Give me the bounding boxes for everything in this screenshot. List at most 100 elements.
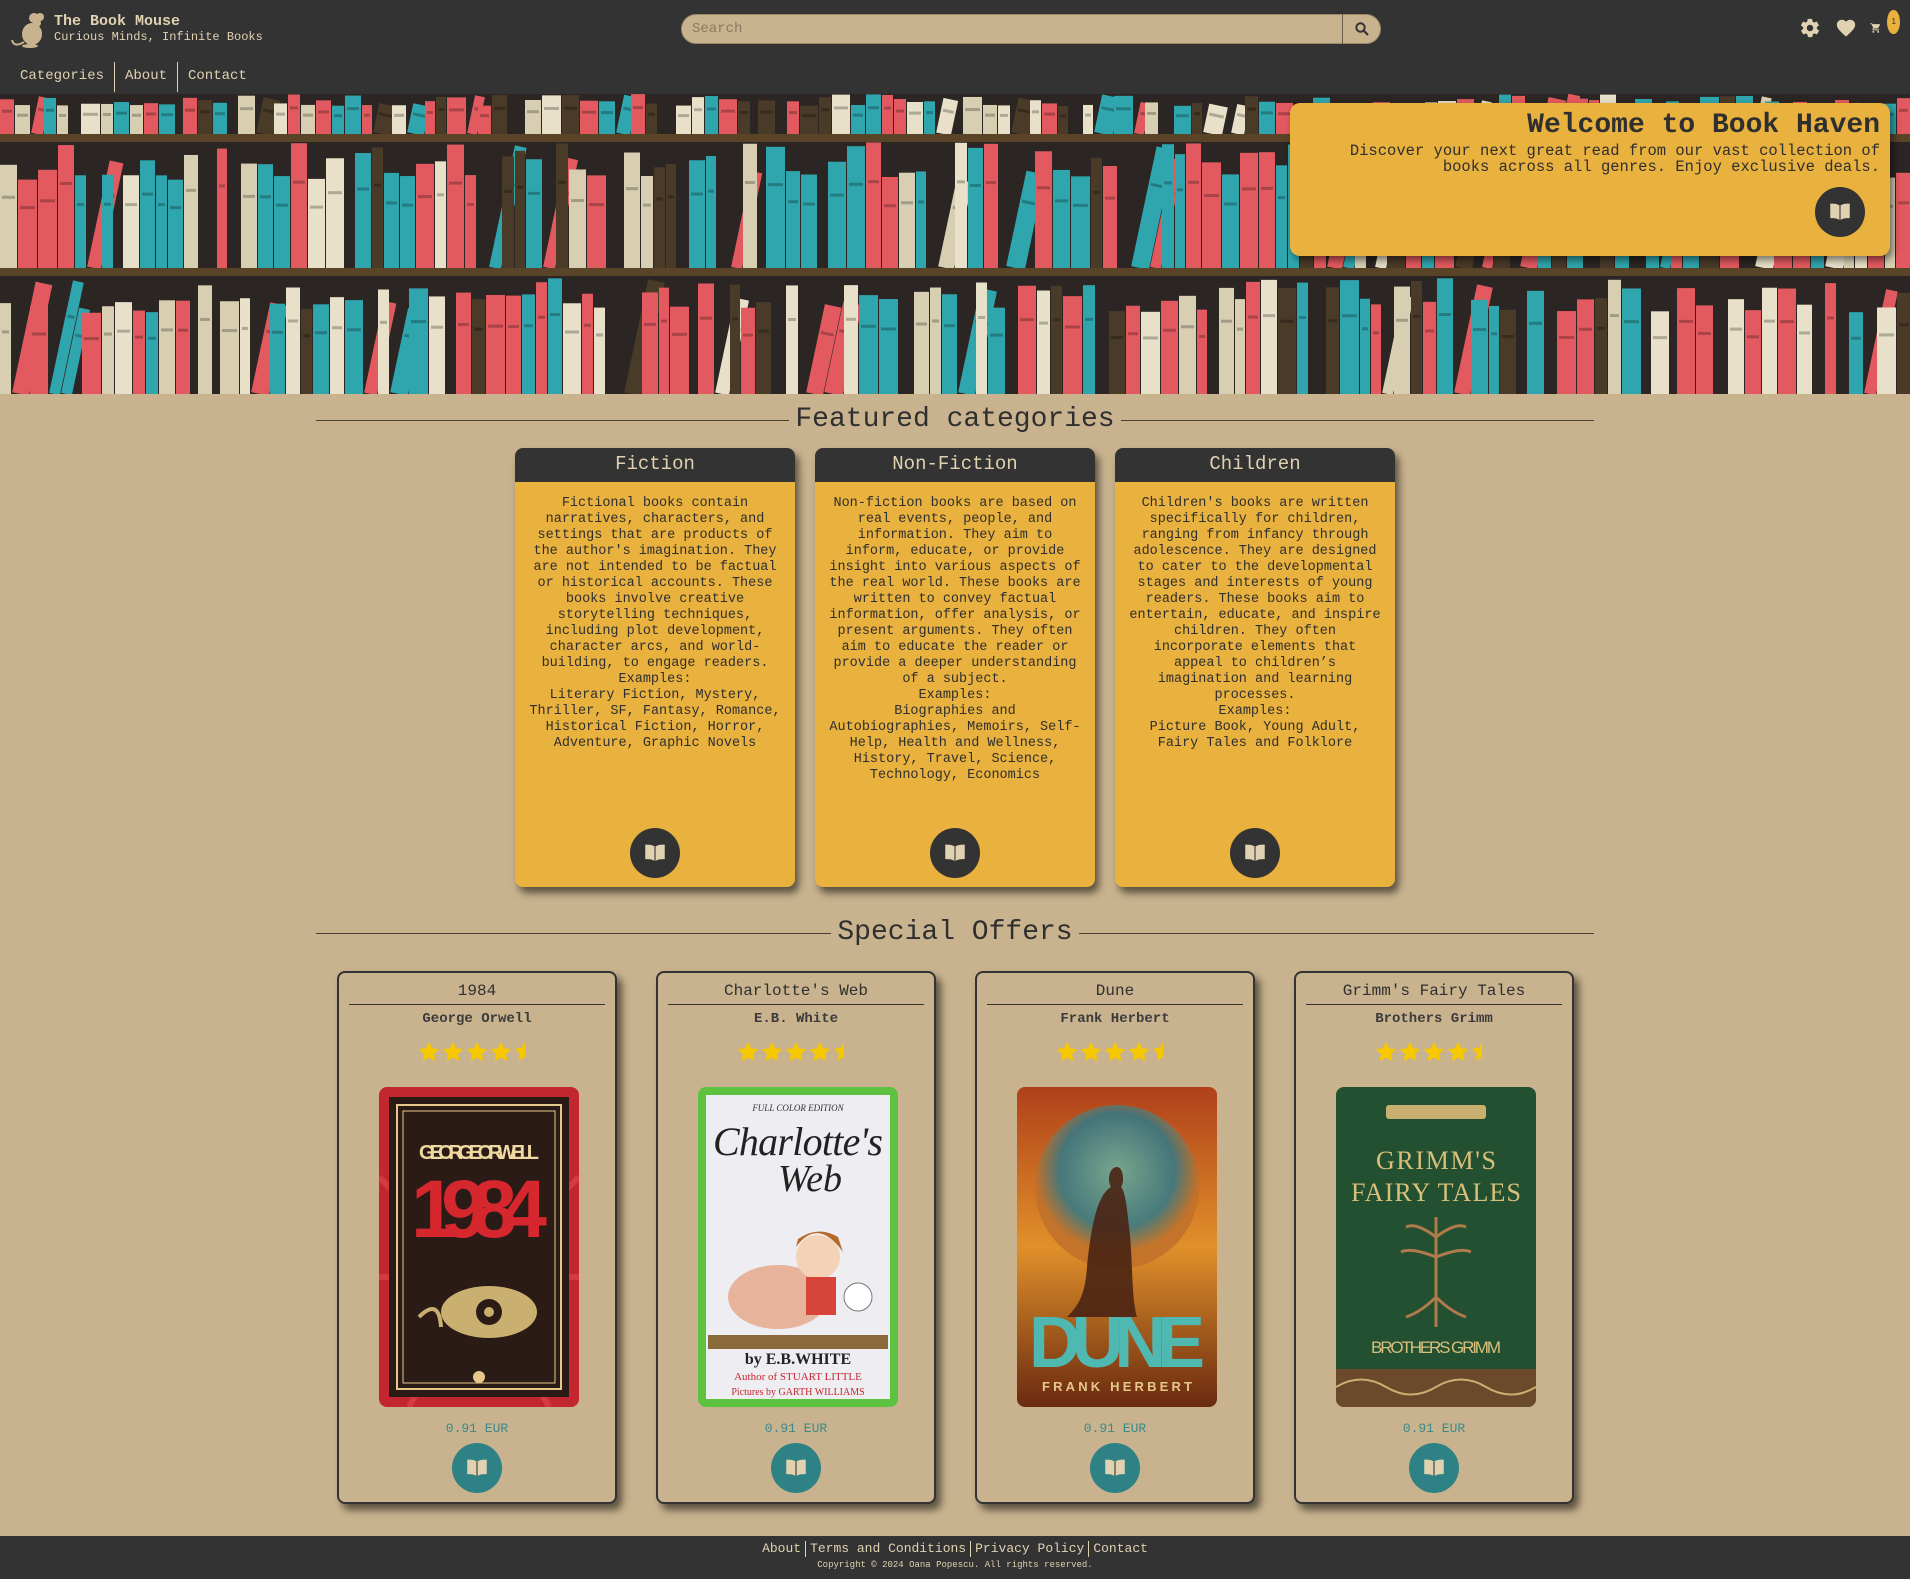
- book-spine: [924, 101, 935, 134]
- cover-author-text: by E.B.WHITE: [745, 1351, 851, 1368]
- book-spine: [101, 103, 113, 134]
- book-spine-band: [1610, 314, 1619, 318]
- book-spine: [220, 301, 239, 394]
- view-book-button[interactable]: [1409, 1443, 1459, 1493]
- book-spine-band: [1653, 336, 1667, 340]
- book-spine-band: [970, 183, 981, 187]
- cover-title-text: GRIMM'S: [1376, 1146, 1496, 1175]
- rating-stars: [658, 1039, 934, 1065]
- book-spine: [326, 158, 344, 268]
- book-spine: [556, 143, 568, 268]
- book-cover-image[interactable]: GRIMM'S FAIRY TALES BROTHERS GRIMM: [1336, 1087, 1536, 1407]
- nav-item-categories[interactable]: Categories: [20, 58, 104, 94]
- category-browse-button[interactable]: [630, 828, 680, 878]
- book-spine-band: [881, 327, 896, 331]
- book-spine: [301, 308, 312, 394]
- book-spine: [1114, 95, 1133, 134]
- book-spine-band: [1679, 319, 1693, 323]
- book-spine: [1825, 283, 1836, 394]
- book-spine-band: [896, 109, 904, 113]
- settings-button[interactable]: [1798, 16, 1822, 40]
- book-spine-band: [1204, 194, 1219, 198]
- book-spine-band: [449, 181, 462, 185]
- rating-stars: [339, 1039, 615, 1065]
- view-book-button[interactable]: [1090, 1443, 1140, 1493]
- book-spine-band: [32, 332, 46, 336]
- copyright-text: Copyright © 2024 Oana Popescu. All right…: [817, 1560, 1093, 1570]
- footer-link-contact[interactable]: Contact: [1089, 1541, 1152, 1556]
- book-spine-band: [1529, 321, 1542, 325]
- book-spine: [1240, 152, 1258, 268]
- footer-link-terms[interactable]: Terms and Conditions: [806, 1541, 970, 1556]
- book-spine-band: [1194, 112, 1200, 116]
- nav-item-contact[interactable]: Contact: [188, 58, 247, 94]
- book-spine-band: [158, 203, 165, 207]
- category-browse-button[interactable]: [930, 828, 980, 878]
- book-spine-band: [916, 322, 927, 326]
- book-spine-band: [1698, 331, 1711, 335]
- book-spine-band: [584, 323, 591, 327]
- book-spine: [1696, 305, 1713, 394]
- book-spine: [899, 172, 915, 268]
- book-spine: [1608, 279, 1621, 394]
- footer-link-privacy[interactable]: Privacy Policy: [971, 1541, 1088, 1556]
- book-cover-image[interactable]: FULL COLOR EDITION Charlotte's Web by E.…: [698, 1087, 898, 1407]
- book-spine-band: [868, 180, 879, 184]
- book-spine-band: [846, 317, 856, 321]
- view-book-button[interactable]: [452, 1443, 502, 1493]
- book-spine-band: [418, 195, 432, 199]
- book-spine-band: [310, 205, 323, 209]
- book-spine-band: [633, 106, 643, 110]
- book-spine: [515, 150, 525, 268]
- nav-item-about[interactable]: About: [125, 58, 167, 94]
- book-spine: [38, 169, 57, 268]
- book-spine: [1340, 280, 1359, 394]
- book-spine: [1083, 104, 1093, 134]
- category-browse-button[interactable]: [1230, 828, 1280, 878]
- book-cover-image[interactable]: DUNE FRANK HERBERT: [1017, 1087, 1217, 1407]
- book-price: 0.91 EUR: [764, 1421, 828, 1436]
- book-spine-band: [1111, 335, 1123, 339]
- book-spine: [435, 161, 446, 268]
- book-spine: [676, 105, 691, 134]
- view-book-button[interactable]: [771, 1443, 821, 1493]
- book-spine: [130, 105, 143, 134]
- book-spine-band: [1299, 315, 1306, 319]
- book-spine-band: [276, 203, 288, 207]
- search-button[interactable]: [1342, 14, 1380, 44]
- footer-link-about[interactable]: About: [758, 1541, 805, 1556]
- book-author: Brothers Grimm: [1375, 1011, 1493, 1027]
- book-spine-band: [1053, 318, 1060, 322]
- category-card-children: Children Children's books are written sp…: [1115, 448, 1395, 887]
- heart-icon: [1836, 19, 1856, 37]
- book-spine-band: [965, 108, 980, 112]
- book-spine-band: [1799, 331, 1810, 335]
- book-spine-band: [527, 110, 539, 114]
- book-spine: [976, 282, 987, 394]
- book-title: Grimm's Fairy Tales: [1306, 981, 1562, 1005]
- book-spine: [1276, 165, 1287, 268]
- book-open-icon: [1827, 199, 1853, 225]
- book-spine-band: [1879, 333, 1894, 337]
- cover-illustrator-text: Pictures by GARTH WILLIAMS: [731, 1387, 864, 1398]
- wishlist-button[interactable]: [1834, 16, 1858, 40]
- book-spine: [1259, 101, 1275, 134]
- book-spine-band: [745, 181, 755, 185]
- book-spine: [0, 164, 17, 268]
- cover-title-text: 1984: [411, 1164, 547, 1255]
- book-spine-band: [84, 337, 99, 341]
- book-spine-band: [694, 108, 702, 112]
- book-spine-band: [142, 192, 153, 196]
- book-spine-band: [357, 187, 369, 191]
- book-spine-band: [1085, 317, 1093, 321]
- search-input[interactable]: [692, 17, 1332, 41]
- cart-button[interactable]: 1: [1870, 10, 1900, 40]
- book-spine: [786, 171, 800, 268]
- brand[interactable]: The Book Mouse Curious Minds, Infinite B…: [10, 8, 263, 50]
- book-cover-image[interactable]: GEORGE ORWELL 1984: [379, 1087, 579, 1407]
- book-spine: [345, 95, 361, 134]
- book-spine-band: [644, 322, 656, 326]
- hero-browse-button[interactable]: [1815, 187, 1865, 237]
- category-examples: Biographies and Autobiographies, Memoirs…: [829, 704, 1081, 783]
- book-spine: [183, 97, 197, 134]
